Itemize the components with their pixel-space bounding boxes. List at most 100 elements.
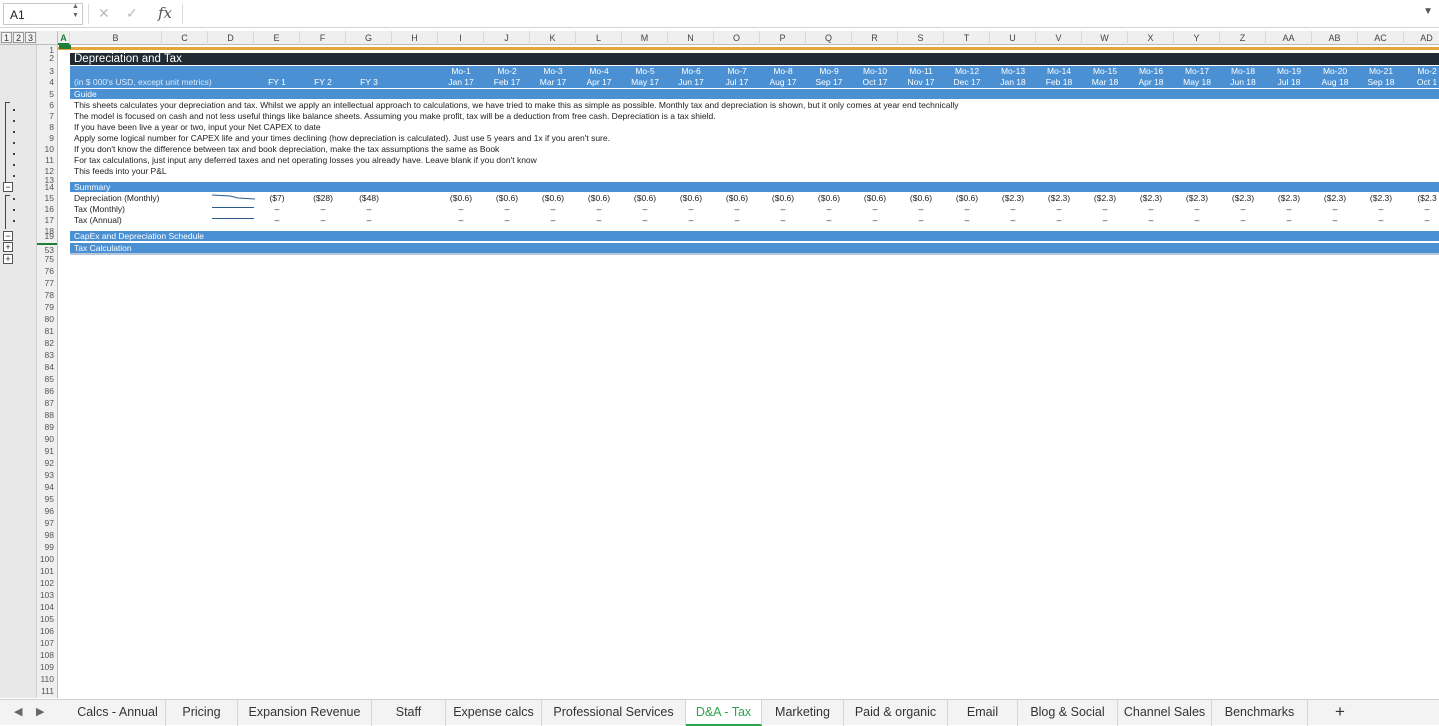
monthly-value[interactable]: – [1036, 215, 1082, 226]
monthly-value[interactable]: ($0.6) [760, 193, 806, 204]
monthly-value[interactable]: – [1266, 215, 1312, 226]
row-header-cell[interactable]: 14 [37, 182, 57, 193]
fy-value[interactable]: ($48) [346, 193, 392, 204]
column-header-cell[interactable]: D [208, 31, 254, 45]
sheet-grid[interactable]: Depreciation and Tax (in $ 000's USD, ex… [58, 45, 1439, 698]
row-header-cell[interactable]: 102 [37, 578, 57, 589]
column-header-cell[interactable]: Q [806, 31, 852, 45]
row-header-cell[interactable]: 100 [37, 554, 57, 565]
sheet-tab[interactable]: D&A - Tax [686, 700, 762, 726]
sheet-tab[interactable]: Expansion Revenue [238, 700, 372, 726]
row-header-cell[interactable]: 17 [37, 215, 57, 226]
column-header-cell[interactable]: M [622, 31, 668, 45]
column-header-cell[interactable]: AA [1266, 31, 1312, 45]
monthly-value[interactable]: ($0.6) [806, 193, 852, 204]
monthly-value[interactable]: – [484, 204, 530, 215]
column-header-cell[interactable]: W [1082, 31, 1128, 45]
column-header-cell[interactable]: X [1128, 31, 1174, 45]
outline-level-3[interactable]: 3 [25, 32, 36, 43]
sheet-tab[interactable]: Benchmarks [1212, 700, 1308, 726]
monthly-value[interactable]: – [852, 204, 898, 215]
sheet-tab[interactable]: Blog & Social [1018, 700, 1118, 726]
row-header-cell[interactable]: 6 [37, 100, 57, 111]
monthly-value[interactable]: – [1220, 215, 1266, 226]
row-header-cell[interactable]: 97 [37, 518, 57, 529]
row-header-cell[interactable]: 104 [37, 602, 57, 613]
row-header-cell[interactable]: 86 [37, 386, 57, 397]
row-header-cell[interactable]: 7 [37, 111, 57, 122]
row-header-cell[interactable]: 10 [37, 144, 57, 155]
collapse-group-icon[interactable]: − [3, 231, 13, 241]
row-header-cell[interactable]: 88 [37, 410, 57, 421]
row-header-cell[interactable]: 111 [37, 686, 57, 697]
row-header-cell[interactable]: 2 [37, 53, 57, 64]
add-sheet-button[interactable]: + [1322, 700, 1358, 726]
monthly-value[interactable]: ($2.3) [1128, 193, 1174, 204]
monthly-value[interactable]: – [530, 215, 576, 226]
monthly-value[interactable]: – [944, 215, 990, 226]
monthly-value[interactable]: – [1128, 204, 1174, 215]
sheet-tab[interactable]: Calcs - Annual [70, 700, 166, 726]
monthly-value[interactable]: – [438, 204, 484, 215]
monthly-value[interactable]: – [1266, 204, 1312, 215]
row-header-cell[interactable]: 110 [37, 674, 57, 685]
outline-level-2[interactable]: 2 [13, 32, 24, 43]
expand-group-icon[interactable]: + [3, 242, 13, 252]
monthly-value[interactable]: – [852, 215, 898, 226]
monthly-value[interactable]: ($2.3) [1358, 193, 1404, 204]
monthly-value[interactable]: ($2.3) [1082, 193, 1128, 204]
row-header-cell[interactable]: 108 [37, 650, 57, 661]
column-header-cell[interactable]: A [58, 31, 70, 45]
row-header-cell[interactable]: 9 [37, 133, 57, 144]
row-header-cell[interactable]: 16 [37, 204, 57, 215]
row-header-cell[interactable]: 85 [37, 374, 57, 385]
expand-group-icon[interactable]: + [3, 254, 13, 264]
monthly-value[interactable]: – [714, 215, 760, 226]
row-header-cell[interactable]: 15 [37, 193, 57, 204]
expand-formula-bar-icon[interactable]: ▼ [1423, 6, 1433, 17]
row-header-cell[interactable]: 78 [37, 290, 57, 301]
formula-input[interactable] [190, 4, 1410, 24]
row-header-cell[interactable]: 92 [37, 458, 57, 469]
scroll-tabs-left-icon[interactable]: ◀ [14, 705, 22, 718]
monthly-value[interactable]: – [1082, 204, 1128, 215]
row-header-cell[interactable]: 95 [37, 494, 57, 505]
selected-cell-a1[interactable] [59, 45, 71, 49]
monthly-value[interactable]: ($0.6) [622, 193, 668, 204]
row-header-cell[interactable]: 91 [37, 446, 57, 457]
monthly-value[interactable]: ($0.6) [668, 193, 714, 204]
monthly-value[interactable]: – [1220, 204, 1266, 215]
column-header-cell[interactable]: C [162, 31, 208, 45]
monthly-value[interactable]: ($0.6) [438, 193, 484, 204]
column-header-cell[interactable]: K [530, 31, 576, 45]
row-header-cell[interactable]: 106 [37, 626, 57, 637]
fy-value[interactable]: – [254, 215, 300, 226]
confirm-icon[interactable]: ✓ [126, 5, 138, 22]
column-header-cell[interactable]: N [668, 31, 714, 45]
monthly-value[interactable]: – [1358, 204, 1404, 215]
column-header-cell[interactable]: V [1036, 31, 1082, 45]
fy-value[interactable]: ($7) [254, 193, 300, 204]
row-header-cell[interactable]: 53 [37, 243, 57, 255]
monthly-value[interactable]: – [898, 215, 944, 226]
column-header-cell[interactable]: F [300, 31, 346, 45]
sheet-tab[interactable]: Channel Sales [1118, 700, 1212, 726]
monthly-value[interactable]: – [622, 215, 668, 226]
row-header-cell[interactable]: 94 [37, 482, 57, 493]
column-header-cell[interactable]: S [898, 31, 944, 45]
monthly-value[interactable]: – [1174, 215, 1220, 226]
name-box-stepper-icon[interactable]: ▲ ▼ [72, 2, 79, 20]
monthly-value[interactable]: ($0.6) [714, 193, 760, 204]
row-header-cell[interactable]: 19 [37, 231, 57, 242]
row-header-cell[interactable]: 93 [37, 470, 57, 481]
row-header-cell[interactable]: 8 [37, 122, 57, 133]
row-header-cell[interactable]: 89 [37, 422, 57, 433]
column-header-cell[interactable]: B [70, 31, 162, 45]
monthly-value[interactable]: ($2.3) [1036, 193, 1082, 204]
row-header-cell[interactable]: 83 [37, 350, 57, 361]
row-header-cell[interactable]: 1 [37, 45, 57, 55]
column-header-cell[interactable]: U [990, 31, 1036, 45]
function-icon[interactable]: fx [158, 4, 172, 22]
monthly-value[interactable]: ($0.6) [944, 193, 990, 204]
row-header-cell[interactable]: 101 [37, 566, 57, 577]
